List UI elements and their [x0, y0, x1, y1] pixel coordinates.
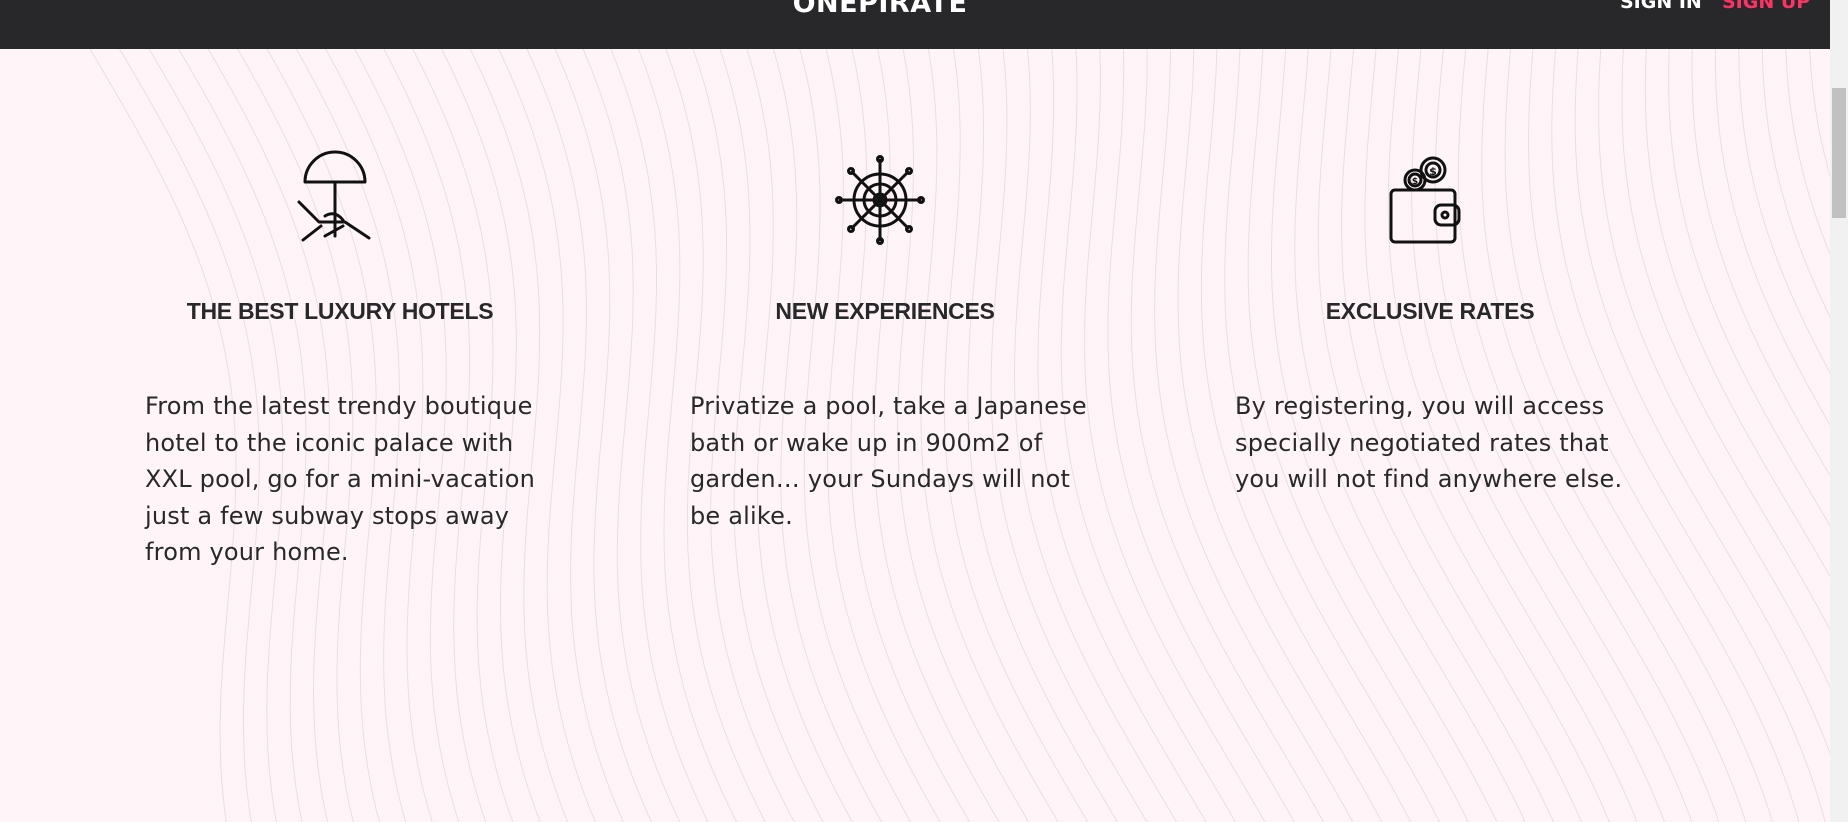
feature-title: EXCLUSIVE RATES: [1325, 298, 1535, 324]
svg-text:$: $: [1412, 177, 1418, 187]
feature-title: NEW EXPERIENCES: [775, 298, 995, 324]
sign-in-link[interactable]: SIGN IN: [1620, 0, 1702, 13]
scrollbar-thumb[interactable]: [1832, 88, 1846, 218]
page-scrollbar[interactable]: [1830, 0, 1848, 822]
app-bar: ONEPIRATE SIGN IN SIGN UP: [0, 0, 1830, 49]
beach-umbrella-icon: [297, 150, 371, 242]
feature-description: By registering, you will access speciall…: [1235, 392, 1623, 493]
wallet-coins-icon: $ $: [1389, 156, 1461, 244]
brand-logo-link[interactable]: ONEPIRATE: [0, 0, 1760, 19]
feature-title: THE BEST LUXURY HOTELS: [186, 298, 494, 324]
feature-description: Privatize a pool, take a Japanese bath o…: [690, 392, 1087, 530]
ship-wheel-icon: [835, 155, 925, 245]
sign-up-link[interactable]: SIGN UP: [1722, 0, 1810, 13]
svg-text:$: $: [1429, 165, 1437, 178]
feature-description: From the latest trendy boutique hotel to…: [145, 392, 536, 566]
